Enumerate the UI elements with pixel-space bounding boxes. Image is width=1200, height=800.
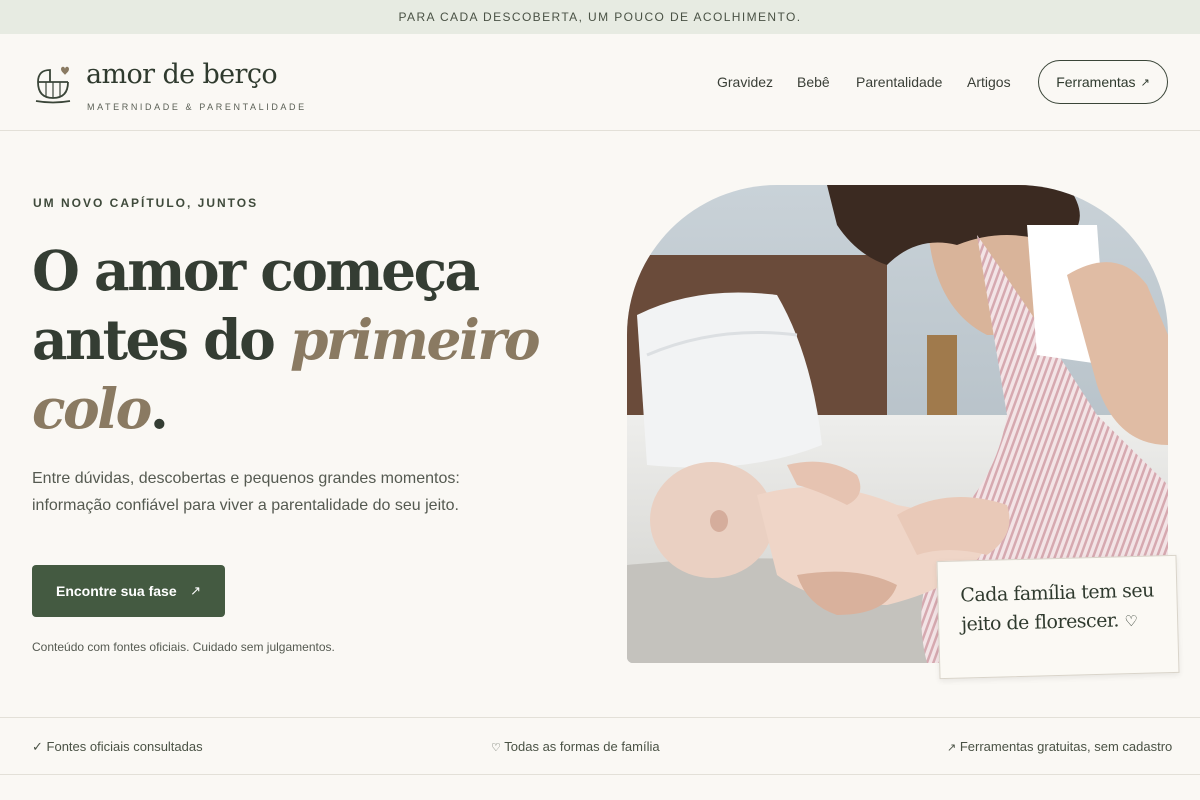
headline-line-1: O amor começa xyxy=(32,238,480,303)
nav-item-gravidez[interactable]: Gravidez xyxy=(717,74,773,90)
brand-name[interactable]: amor de berço xyxy=(86,59,278,90)
hero-headline: O amor começa antes do primeiro colo. xyxy=(32,236,552,443)
arrow-up-right-icon: ↗ xyxy=(1140,76,1150,89)
check-icon: ✓ xyxy=(32,739,43,754)
hero-note: Conteúdo com fontes oficiais. Cuidado se… xyxy=(32,640,335,654)
feature-label: Todas as formas de família xyxy=(504,739,660,754)
site-header: amor de berço MATERNIDADE & PARENTALIDAD… xyxy=(0,34,1200,131)
nav-item-bebe[interactable]: Bebê xyxy=(797,74,830,90)
cta-label: Encontre sua fase xyxy=(56,583,177,599)
hero-eyebrow: UM NOVO CAPÍTULO, JUNTOS xyxy=(33,196,259,210)
arrow-up-right-icon: ↗ xyxy=(190,583,201,598)
announcement-bar: PARA CADA DESCOBERTA, UM POUCO DE ACOLHI… xyxy=(0,0,1200,34)
headline-period: . xyxy=(149,376,169,441)
arrow-up-right-icon: ↗ xyxy=(947,742,957,754)
tools-button-label: Ferramentas xyxy=(1056,74,1136,90)
heart-icon: ♡ xyxy=(491,742,501,754)
nav-item-parentalidade[interactable]: Parentalidade xyxy=(856,74,942,90)
features-bar: ✓ Fontes oficiais consultadas ♡ Todas as… xyxy=(0,717,1200,775)
feature-label: Ferramentas gratuitas, sem cadastro xyxy=(959,739,1173,754)
feature-label: Fontes oficiais consultadas xyxy=(46,739,203,754)
cradle-heart-icon[interactable] xyxy=(34,64,72,104)
hero-lede: Entre dúvidas, descobertas e pequenos gr… xyxy=(32,470,460,514)
announcement-text: PARA CADA DESCOBERTA, UM POUCO DE ACOLHI… xyxy=(398,10,802,24)
headline-line-2: antes do xyxy=(32,307,276,372)
feature-all-families: ♡ Todas as formas de família xyxy=(491,739,660,754)
brand-tagline: MATERNIDADE & PARENTALIDADE xyxy=(87,102,307,112)
nav-item-artigos[interactable]: Artigos xyxy=(967,74,1011,90)
feature-free-tools: ↗ Ferramentas gratuitas, sem cadastro xyxy=(947,739,1172,754)
headline-accent-colo: colo xyxy=(32,376,152,441)
quote-card: Cada família tem seu jeito de florescer.… xyxy=(936,554,1180,680)
tools-button[interactable]: Ferramentas ↗ xyxy=(1038,60,1168,104)
headline-accent-primeiro: primeiro xyxy=(289,307,541,372)
feature-official-sources: ✓ Fontes oficiais consultadas xyxy=(32,739,203,755)
heart-icon: ♡ xyxy=(1124,611,1138,631)
find-your-phase-button[interactable]: Encontre sua fase ↗ xyxy=(32,565,225,617)
